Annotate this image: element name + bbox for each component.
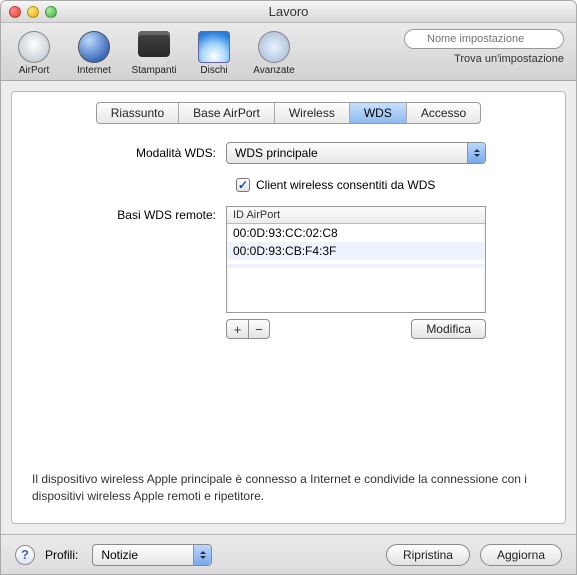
window: Lavoro AirPort Internet Stampanti Dischi: [0, 0, 577, 575]
toolbar-label: Internet: [77, 65, 111, 76]
window-title: Lavoro: [1, 4, 576, 19]
chevron-updown-icon: [467, 143, 485, 163]
toolbar-item-airport[interactable]: AirPort: [11, 31, 57, 76]
toolbar-label: AirPort: [19, 65, 50, 76]
wds-remotes-list[interactable]: ID AirPort 00:0D:93:CC:02:C8 00:0D:93:CB…: [226, 206, 486, 313]
toolbar-item-disks[interactable]: Dischi: [191, 31, 237, 76]
printer-icon: [138, 31, 170, 63]
wds-mode-select[interactable]: WDS principale: [226, 142, 486, 164]
profiles-value: Notizie: [101, 548, 138, 562]
list-item[interactable]: 00:0D:93:CC:02:C8: [227, 224, 485, 242]
list-item[interactable]: 00:0D:93:CB:F4:3F: [227, 242, 485, 260]
toolbar-label: Dischi: [200, 65, 227, 76]
wds-mode-value: WDS principale: [235, 146, 318, 160]
tab-access[interactable]: Accesso: [407, 103, 480, 123]
remove-button[interactable]: −: [248, 319, 270, 339]
remotes-label: Basi WDS remote:: [26, 206, 226, 222]
tab-wireless[interactable]: Wireless: [275, 103, 350, 123]
allow-clients-label: Client wireless consentiti da WDS: [256, 178, 435, 192]
chevron-updown-icon: [193, 545, 211, 565]
profiles-select[interactable]: Notizie: [92, 544, 212, 566]
search-input[interactable]: [404, 29, 564, 49]
disks-icon: [198, 31, 230, 63]
list-header: ID AirPort: [227, 207, 485, 224]
toolbar-item-internet[interactable]: Internet: [71, 31, 117, 76]
help-button[interactable]: ?: [15, 545, 35, 565]
allow-clients-checkbox[interactable]: [236, 178, 250, 192]
find-setting-link[interactable]: Trova un'impostazione: [454, 53, 564, 65]
advanced-icon: [258, 31, 290, 63]
info-text: Il dispositivo wireless Apple principale…: [26, 471, 551, 509]
profiles-label: Profili:: [45, 548, 82, 562]
titlebar: Lavoro: [1, 1, 576, 23]
restore-button[interactable]: Ripristina: [386, 544, 470, 566]
toolbar-item-advanced[interactable]: Avanzate: [251, 31, 297, 76]
globe-icon: [78, 31, 110, 63]
tab-summary[interactable]: Riassunto: [97, 103, 179, 123]
modify-button[interactable]: Modifica: [411, 319, 486, 339]
wds-mode-label: Modalità WDS:: [26, 146, 226, 160]
list-item: [227, 268, 485, 272]
tab-base-airport[interactable]: Base AirPort: [179, 103, 275, 123]
toolbar: AirPort Internet Stampanti Dischi Avanza…: [1, 23, 576, 81]
content-panel: Riassunto Base AirPort Wireless WDS Acce…: [11, 91, 566, 524]
tab-wds[interactable]: WDS: [350, 103, 407, 123]
add-button[interactable]: +: [226, 319, 248, 339]
toolbar-item-printers[interactable]: Stampanti: [131, 31, 177, 76]
tabs: Riassunto Base AirPort Wireless WDS Acce…: [96, 102, 481, 124]
airport-icon: [18, 31, 50, 63]
toolbar-label: Stampanti: [131, 65, 176, 76]
update-button[interactable]: Aggiorna: [480, 544, 562, 566]
toolbar-label: Avanzate: [253, 65, 295, 76]
footer: ? Profili: Notizie Ripristina Aggiorna: [1, 534, 576, 574]
